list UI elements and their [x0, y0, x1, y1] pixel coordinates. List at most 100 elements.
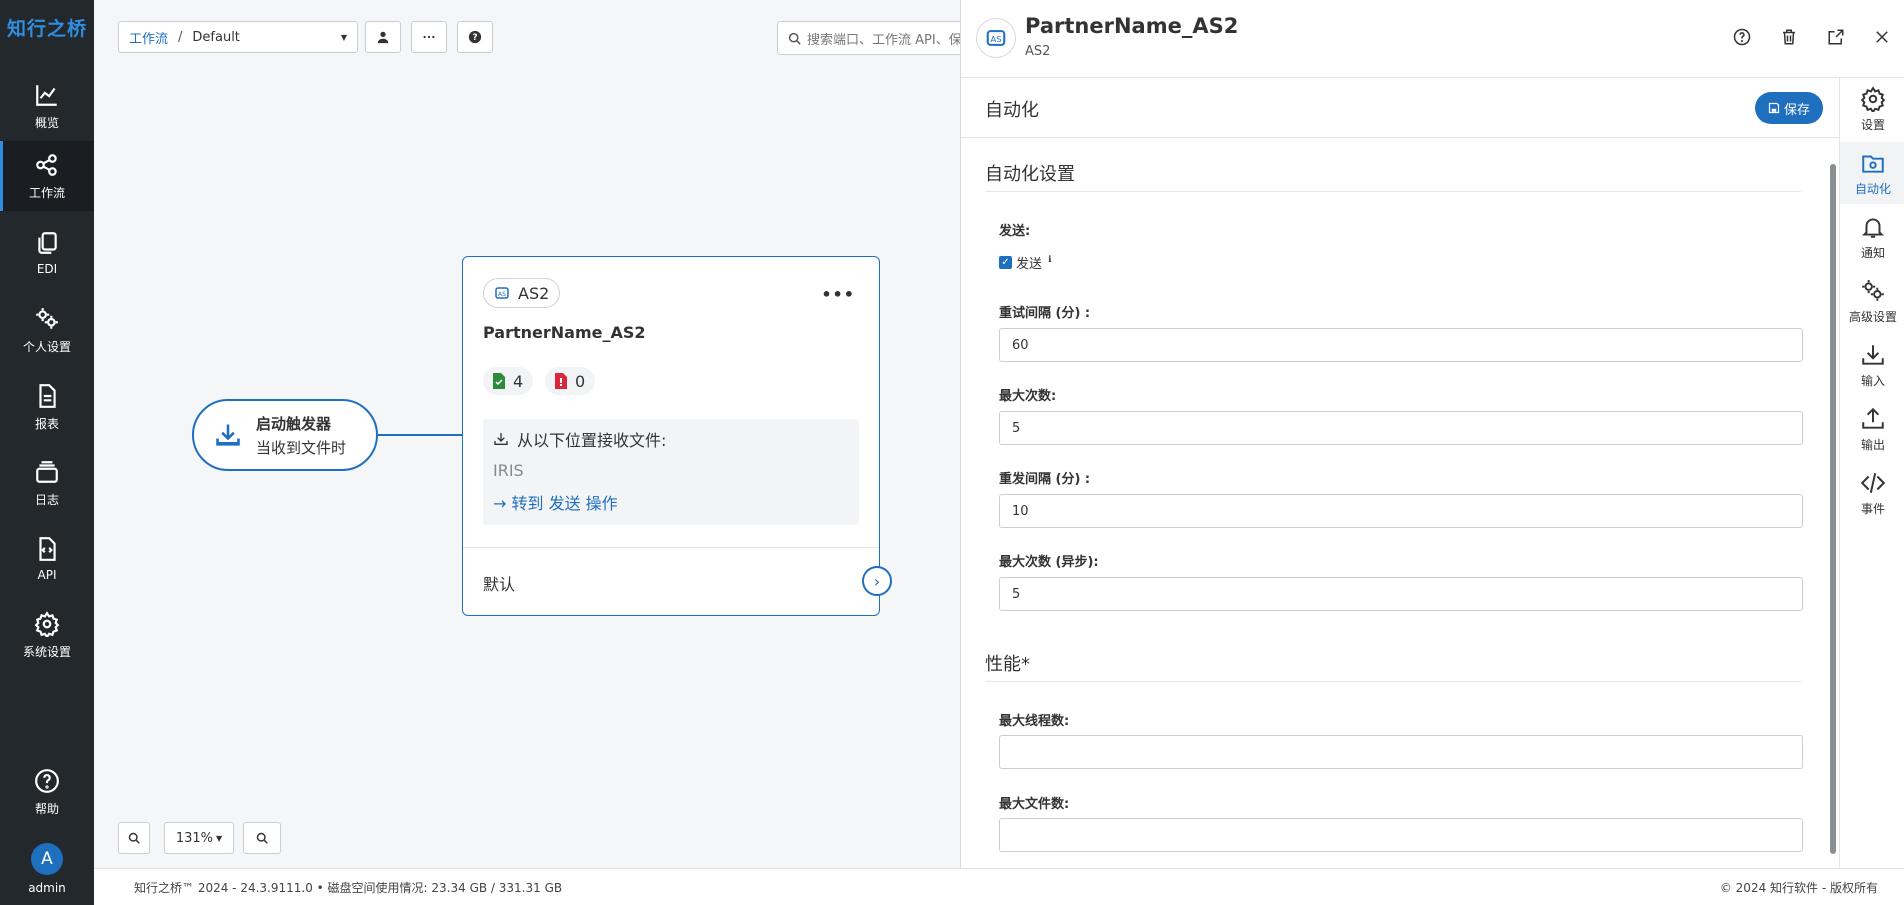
resend-interval-field[interactable]: 10 [999, 494, 1803, 528]
nav-item-reports[interactable]: 报表 [0, 372, 94, 442]
save-button[interactable]: 保存 [1755, 92, 1823, 124]
nav-item-personal-settings[interactable]: 个人设置 [0, 295, 94, 365]
tab-label: 高级设置 [1848, 309, 1897, 324]
panel-scrollbar[interactable] [1829, 140, 1837, 864]
nav-item-edi[interactable]: EDI [0, 218, 94, 288]
panel-title: PartnerName_AS2 [1025, 14, 1239, 38]
tab-notifications[interactable]: 通知 [1840, 206, 1904, 268]
nav-item-workflow[interactable]: 工作流 [0, 141, 94, 211]
documents-icon [38, 232, 57, 254]
workflow-icon [36, 153, 57, 176]
nav-item-label: 个人设置 [22, 339, 71, 354]
receive-source: IRIS [493, 461, 524, 480]
breadcrumb[interactable]: 工作流 / Default ▼ [118, 21, 358, 53]
version-and-disk-usage: 知行之桥™ 2024 - 24.3.9111.0 • 磁盘空间使用情况: 23.… [134, 880, 563, 895]
help-button[interactable]: ? [457, 21, 493, 53]
max-attempts-async-field[interactable]: 5 [999, 577, 1803, 611]
trigger-title: 启动触发器 [256, 414, 332, 433]
max-threads-label: 最大线程数: [999, 714, 1070, 729]
breadcrumb-separator: / [178, 29, 183, 45]
more-options-button[interactable] [411, 21, 447, 53]
start-trigger-node[interactable]: 启动触发器 当收到文件时 [192, 399, 378, 471]
goto-send-link[interactable]: → 转到 发送 操作 [493, 490, 849, 514]
nav-item-api[interactable]: API [0, 524, 94, 594]
breadcrumb-root-link[interactable]: 工作流 [129, 28, 168, 47]
success-count: 4 [513, 371, 524, 391]
workflow-canvas[interactable]: 工作流 / Default ▼ ? 搜索端口、工作流 API、保 启动触发器 当… [94, 0, 977, 868]
download-tray-icon [216, 424, 240, 446]
max-files-label: 最大文件数: [999, 797, 1070, 812]
error-count-pill[interactable]: 0 [545, 367, 596, 395]
trash-icon[interactable] [1778, 26, 1800, 48]
zoom-level-select[interactable]: 131% ▼ [164, 822, 234, 854]
max-files-field[interactable] [999, 818, 1803, 852]
save-label: 保存 [1783, 102, 1810, 118]
svg-text:AS: AS [991, 34, 1002, 44]
send-checkbox-label: 发送 [1016, 257, 1043, 272]
output-upload-icon [1862, 407, 1884, 429]
user-icon [377, 31, 389, 44]
user-menu[interactable]: A admin [0, 833, 94, 905]
panel-subtitle: AS2 [1025, 44, 1051, 59]
section-divider [985, 191, 1801, 192]
nav-item-overview[interactable]: 概览 [0, 71, 94, 141]
tab-label: 输入 [1860, 373, 1885, 388]
file-error-icon [555, 373, 567, 389]
nav-item-label: 报表 [34, 416, 59, 431]
nav-item-help[interactable]: 帮助 [0, 757, 94, 827]
info-icon[interactable]: ℹ [1048, 255, 1051, 265]
error-count: 0 [575, 371, 586, 391]
retry-interval-label: 重试间隔 (分) : [999, 306, 1091, 321]
tab-label: 通知 [1860, 245, 1885, 260]
card-more-button[interactable]: ••• [821, 285, 855, 304]
tab-settings[interactable]: 设置 [1840, 78, 1904, 140]
tab-input[interactable]: 输入 [1840, 334, 1904, 396]
search-icon [788, 32, 801, 45]
search-input[interactable]: 搜索端口、工作流 API、保 [777, 21, 977, 55]
zoom-in-button[interactable] [118, 822, 150, 854]
chevron-right-icon[interactable]: › [862, 566, 892, 596]
search-placeholder: 搜索端口、工作流 API、保 [807, 32, 962, 48]
performance-heading: 性能* [985, 654, 1030, 675]
checkbox-checked-icon: ✓ [999, 256, 1012, 269]
advanced-gears-icon [1862, 279, 1884, 301]
success-count-pill[interactable]: 4 [483, 367, 534, 395]
connector-name: PartnerName_AS2 [483, 323, 646, 342]
download-icon [494, 433, 508, 445]
as2-connector-card[interactable]: AS AS2 ••• PartnerName_AS2 4 0 从以下位置接收文件… [462, 256, 892, 616]
tab-output[interactable]: 输出 [1840, 398, 1904, 460]
nav-item-logs[interactable]: 日志 [0, 448, 94, 518]
zoom-level: 131% [175, 830, 213, 846]
help-icon [35, 768, 59, 793]
tab-events[interactable]: 事件 [1840, 462, 1904, 524]
scrollbar-thumb[interactable] [1830, 164, 1836, 854]
connector-settings-panel: AS PartnerName_AS2 AS2 自动化 保存 自动化设置 发送: … [960, 0, 1904, 868]
section-divider [985, 681, 1801, 682]
chevron-down-icon: ▼ [340, 32, 347, 42]
max-attempts-field[interactable]: 5 [999, 411, 1803, 445]
zoom-out-button[interactable] [243, 822, 281, 854]
max-threads-field[interactable] [999, 735, 1803, 769]
breadcrumb-current: Default [192, 29, 240, 45]
user-filter-button[interactable] [365, 21, 401, 53]
gears-icon [36, 307, 58, 329]
help-icon[interactable] [1731, 26, 1753, 48]
gear-icon [34, 610, 60, 637]
nav-item-label: 日志 [34, 492, 59, 507]
trigger-subtitle: 当收到文件时 [256, 438, 347, 457]
tab-advanced[interactable]: 高级设置 [1840, 270, 1904, 332]
brand-logo[interactable]: 知行之桥 [0, 0, 94, 54]
tab-automation[interactable]: 自动化 [1840, 142, 1904, 204]
svg-text:AS: AS [498, 291, 506, 298]
avatar: A [31, 843, 63, 875]
external-link-icon[interactable] [1825, 26, 1847, 48]
connector-line [378, 434, 462, 436]
tab-label: 事件 [1860, 501, 1885, 516]
file-success-icon [493, 373, 505, 389]
retry-interval-field[interactable]: 60 [999, 328, 1803, 362]
send-checkbox[interactable]: ✓ 发送 ℹ [999, 253, 1051, 272]
close-icon[interactable] [1871, 26, 1893, 48]
max-attempts-label: 最大次数: [999, 389, 1057, 404]
connector-type-badge: AS AS2 [483, 278, 561, 308]
nav-item-system-settings[interactable]: 系统设置 [0, 600, 94, 670]
